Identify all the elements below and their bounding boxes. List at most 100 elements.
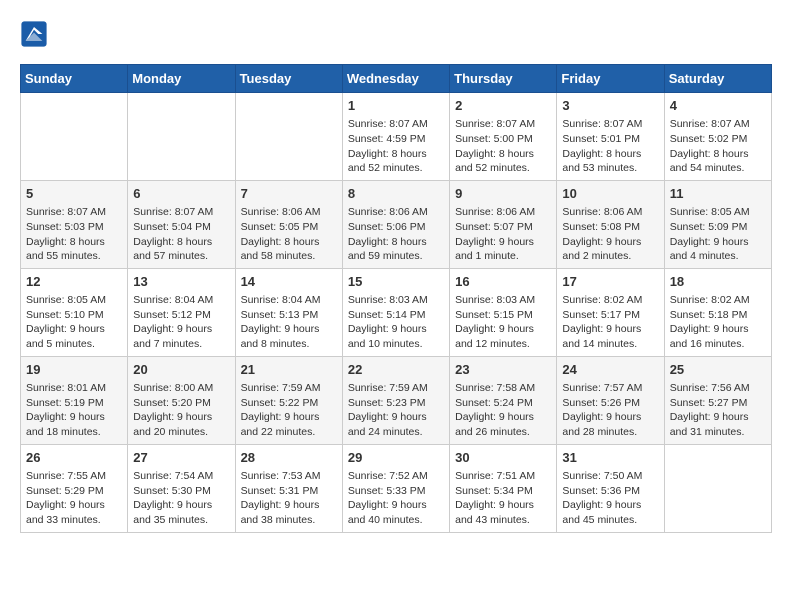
day-number: 11 bbox=[670, 185, 766, 203]
calendar-cell bbox=[128, 93, 235, 181]
calendar-cell: 26Sunrise: 7:55 AM Sunset: 5:29 PM Dayli… bbox=[21, 444, 128, 532]
calendar-cell: 4 Sunrise: 8:07 AM Sunset: 5:02 PM Daylig… bbox=[664, 93, 771, 181]
day-number: 29 bbox=[348, 449, 444, 467]
day-info: Sunrise: 7:51 AM Sunset: 5:34 PM Dayligh… bbox=[455, 469, 551, 528]
calendar-cell: 3 Sunrise: 8:07 AM Sunset: 5:01 PM Daylig… bbox=[557, 93, 664, 181]
day-number: 30 bbox=[455, 449, 551, 467]
day-number: 12 bbox=[26, 273, 122, 291]
day-number: 26 bbox=[26, 449, 122, 467]
day-info: Sunrise: 8:06 AM Sunset: 5:05 PM Dayligh… bbox=[241, 205, 337, 264]
calendar-cell: 20 Sunrise: 8:00 AM Sunset: 5:20 PM Dayli… bbox=[128, 356, 235, 444]
page-header bbox=[20, 20, 772, 48]
day-info: Sunrise: 8:06 AM Sunset: 5:06 PM Dayligh… bbox=[348, 205, 444, 264]
calendar-cell: 9 Sunrise: 8:06 AM Sunset: 5:07 PM Daylig… bbox=[450, 180, 557, 268]
calendar-cell: 22 Sunrise: 7:59 AM Sunset: 5:23 PM Dayli… bbox=[342, 356, 449, 444]
calendar-cell: 21 Sunrise: 7:59 AM Sunset: 5:22 PM Dayli… bbox=[235, 356, 342, 444]
day-number: 10 bbox=[562, 185, 658, 203]
calendar-cell: 30 Sunrise: 7:51 AM Sunset: 5:34 PM Dayli… bbox=[450, 444, 557, 532]
day-info: Sunrise: 8:07 AM Sunset: 5:04 PM Dayligh… bbox=[133, 205, 229, 264]
day-info: Sunrise: 7:54 AM Sunset: 5:30 PM Dayligh… bbox=[133, 469, 229, 528]
calendar-cell: 11 Sunrise: 8:05 AM Sunset: 5:09 PM Dayli… bbox=[664, 180, 771, 268]
day-number: 25 bbox=[670, 361, 766, 379]
weekday-header-tuesday: Tuesday bbox=[235, 65, 342, 93]
weekday-header-monday: Monday bbox=[128, 65, 235, 93]
day-info: Sunrise: 8:03 AM Sunset: 5:14 PM Dayligh… bbox=[348, 293, 444, 352]
calendar-cell: 5 Sunrise: 8:07 AM Sunset: 5:03 PM Daylig… bbox=[21, 180, 128, 268]
logo-icon bbox=[20, 20, 48, 48]
day-number: 16 bbox=[455, 273, 551, 291]
day-number: 5 bbox=[26, 185, 122, 203]
day-info: Sunrise: 8:07 AM Sunset: 5:03 PM Dayligh… bbox=[26, 205, 122, 264]
day-info: Sunrise: 8:04 AM Sunset: 5:12 PM Dayligh… bbox=[133, 293, 229, 352]
day-number: 23 bbox=[455, 361, 551, 379]
day-info: Sunrise: 8:07 AM Sunset: 5:00 PM Dayligh… bbox=[455, 117, 551, 176]
day-number: 19 bbox=[26, 361, 122, 379]
calendar-cell bbox=[664, 444, 771, 532]
day-info: Sunrise: 8:05 AM Sunset: 5:09 PM Dayligh… bbox=[670, 205, 766, 264]
day-number: 1 bbox=[348, 97, 444, 115]
calendar-cell: 28 Sunrise: 7:53 AM Sunset: 5:31 PM Dayli… bbox=[235, 444, 342, 532]
weekday-header-wednesday: Wednesday bbox=[342, 65, 449, 93]
day-info: Sunrise: 7:52 AM Sunset: 5:33 PM Dayligh… bbox=[348, 469, 444, 528]
calendar-cell: 10 Sunrise: 8:06 AM Sunset: 5:08 PM Dayli… bbox=[557, 180, 664, 268]
calendar-table: SundayMondayTuesdayWednesdayThursdayFrid… bbox=[20, 64, 772, 533]
day-info: Sunrise: 7:56 AM Sunset: 5:27 PM Dayligh… bbox=[670, 381, 766, 440]
day-info: Sunrise: 8:01 AM Sunset: 5:19 PM Dayligh… bbox=[26, 381, 122, 440]
day-number: 4 bbox=[670, 97, 766, 115]
weekday-header-thursday: Thursday bbox=[450, 65, 557, 93]
calendar-cell: 19 Sunrise: 8:01 AM Sunset: 5:19 PM Dayli… bbox=[21, 356, 128, 444]
day-number: 21 bbox=[241, 361, 337, 379]
calendar-cell: 14 Sunrise: 8:04 AM Sunset: 5:13 PM Dayli… bbox=[235, 268, 342, 356]
day-number: 3 bbox=[562, 97, 658, 115]
day-info: Sunrise: 8:07 AM Sunset: 4:59 PM Dayligh… bbox=[348, 117, 444, 176]
calendar-cell: 7 Sunrise: 8:06 AM Sunset: 5:05 PM Daylig… bbox=[235, 180, 342, 268]
day-info: Sunrise: 8:06 AM Sunset: 5:07 PM Dayligh… bbox=[455, 205, 551, 264]
day-number: 7 bbox=[241, 185, 337, 203]
day-number: 31 bbox=[562, 449, 658, 467]
calendar-cell: 23 Sunrise: 7:58 AM Sunset: 5:24 PM Dayli… bbox=[450, 356, 557, 444]
calendar-cell bbox=[21, 93, 128, 181]
calendar-cell: 27 Sunrise: 7:54 AM Sunset: 5:30 PM Dayli… bbox=[128, 444, 235, 532]
day-info: Sunrise: 8:03 AM Sunset: 5:15 PM Dayligh… bbox=[455, 293, 551, 352]
day-number: 9 bbox=[455, 185, 551, 203]
day-info: Sunrise: 8:02 AM Sunset: 5:18 PM Dayligh… bbox=[670, 293, 766, 352]
day-info: Sunrise: 7:57 AM Sunset: 5:26 PM Dayligh… bbox=[562, 381, 658, 440]
day-info: Sunrise: 8:07 AM Sunset: 5:02 PM Dayligh… bbox=[670, 117, 766, 176]
day-number: 17 bbox=[562, 273, 658, 291]
calendar-cell: 18 Sunrise: 8:02 AM Sunset: 5:18 PM Dayli… bbox=[664, 268, 771, 356]
day-number: 22 bbox=[348, 361, 444, 379]
day-number: 6 bbox=[133, 185, 229, 203]
day-number: 20 bbox=[133, 361, 229, 379]
day-number: 27 bbox=[133, 449, 229, 467]
day-info: Sunrise: 7:58 AM Sunset: 5:24 PM Dayligh… bbox=[455, 381, 551, 440]
weekday-header-saturday: Saturday bbox=[664, 65, 771, 93]
calendar-cell: 16 Sunrise: 8:03 AM Sunset: 5:15 PM Dayli… bbox=[450, 268, 557, 356]
day-number: 8 bbox=[348, 185, 444, 203]
calendar-cell: 1 Sunrise: 8:07 AM Sunset: 4:59 PM Daylig… bbox=[342, 93, 449, 181]
day-info: Sunrise: 7:59 AM Sunset: 5:22 PM Dayligh… bbox=[241, 381, 337, 440]
weekday-header-sunday: Sunday bbox=[21, 65, 128, 93]
weekday-header-friday: Friday bbox=[557, 65, 664, 93]
calendar-cell: 25 Sunrise: 7:56 AM Sunset: 5:27 PM Dayli… bbox=[664, 356, 771, 444]
day-info: Sunrise: 8:06 AM Sunset: 5:08 PM Dayligh… bbox=[562, 205, 658, 264]
calendar-cell: 2 Sunrise: 8:07 AM Sunset: 5:00 PM Daylig… bbox=[450, 93, 557, 181]
calendar-cell: 24Sunrise: 7:57 AM Sunset: 5:26 PM Dayli… bbox=[557, 356, 664, 444]
calendar-cell: 12Sunrise: 8:05 AM Sunset: 5:10 PM Dayli… bbox=[21, 268, 128, 356]
day-info: Sunrise: 7:53 AM Sunset: 5:31 PM Dayligh… bbox=[241, 469, 337, 528]
day-info: Sunrise: 8:04 AM Sunset: 5:13 PM Dayligh… bbox=[241, 293, 337, 352]
day-number: 28 bbox=[241, 449, 337, 467]
calendar-cell: 17Sunrise: 8:02 AM Sunset: 5:17 PM Dayli… bbox=[557, 268, 664, 356]
day-number: 14 bbox=[241, 273, 337, 291]
day-info: Sunrise: 8:00 AM Sunset: 5:20 PM Dayligh… bbox=[133, 381, 229, 440]
calendar-cell: 8 Sunrise: 8:06 AM Sunset: 5:06 PM Daylig… bbox=[342, 180, 449, 268]
day-info: Sunrise: 7:59 AM Sunset: 5:23 PM Dayligh… bbox=[348, 381, 444, 440]
calendar-cell: 31 Sunrise: 7:50 AM Sunset: 5:36 PM Dayli… bbox=[557, 444, 664, 532]
day-info: Sunrise: 7:50 AM Sunset: 5:36 PM Dayligh… bbox=[562, 469, 658, 528]
day-number: 13 bbox=[133, 273, 229, 291]
day-number: 2 bbox=[455, 97, 551, 115]
day-info: Sunrise: 8:07 AM Sunset: 5:01 PM Dayligh… bbox=[562, 117, 658, 176]
calendar-cell: 6 Sunrise: 8:07 AM Sunset: 5:04 PM Daylig… bbox=[128, 180, 235, 268]
day-number: 18 bbox=[670, 273, 766, 291]
calendar-cell: 15Sunrise: 8:03 AM Sunset: 5:14 PM Dayli… bbox=[342, 268, 449, 356]
calendar-cell: 13 Sunrise: 8:04 AM Sunset: 5:12 PM Dayli… bbox=[128, 268, 235, 356]
